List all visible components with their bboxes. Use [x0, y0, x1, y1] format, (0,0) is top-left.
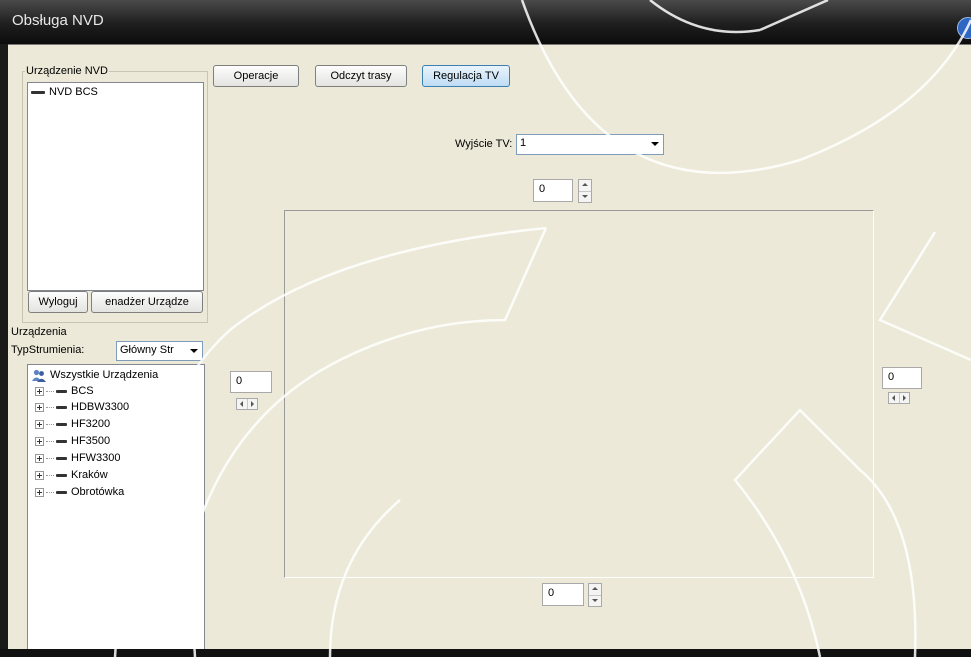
tree-item[interactable]: HDBW3300	[35, 400, 129, 415]
tree-item-label: BCS	[71, 385, 94, 397]
device-icon	[56, 456, 67, 460]
tree-item[interactable]: HF3500	[35, 434, 110, 449]
tree-item[interactable]: HFW3300	[35, 451, 121, 466]
stream-type-select[interactable]: Główny Str	[116, 341, 203, 361]
chevron-down-icon	[651, 142, 659, 146]
device-icon	[56, 405, 67, 409]
plus-expand-icon[interactable]	[35, 436, 44, 446]
tree-item-label: HFW3300	[71, 452, 121, 464]
plus-expand-icon[interactable]	[35, 453, 44, 463]
spinner-right-icon[interactable]	[247, 399, 257, 409]
tree-item[interactable]: Obrotówka	[35, 485, 124, 500]
device-icon	[56, 422, 67, 426]
device-icon	[56, 389, 67, 393]
window-title: Obsługa NVD	[12, 12, 104, 29]
chevron-down-icon	[190, 349, 198, 353]
tab-operations[interactable]: Operacje	[213, 65, 299, 87]
device-icon	[31, 90, 45, 94]
device-icon	[56, 473, 67, 477]
users-group-icon	[32, 369, 46, 382]
tree-item-label: HF3500	[71, 435, 111, 447]
nvd-device-list[interactable]: NVD BCS	[27, 82, 204, 291]
window-bottom-edge	[0, 649, 971, 657]
left-offset-input[interactable]: 0	[230, 371, 272, 393]
tab-route-read[interactable]: Odczyt trasy	[315, 65, 407, 87]
tree-root-label: Wszystkie Urządzenia	[50, 369, 159, 381]
tree-item-label: Obrotówka	[71, 486, 125, 498]
spinner-right-icon[interactable]	[899, 393, 909, 403]
tree-item-label: Kraków	[71, 469, 108, 481]
right-offset-input[interactable]: 0	[882, 367, 922, 389]
top-offset-spinner[interactable]	[578, 179, 592, 203]
plus-expand-icon[interactable]	[35, 402, 44, 412]
main-panel: Urządzenie NVD NVD BCS Wyloguj enadżer U…	[8, 44, 971, 650]
tab-tv-adjust[interactable]: Regulacja TV	[422, 65, 510, 87]
tv-output-label: Wyjście TV:	[454, 138, 514, 150]
devices-tree[interactable]: Wszystkie Urządzenia BCS HDBW3300 HF3200…	[27, 364, 205, 650]
top-offset-input[interactable]: 0	[533, 179, 573, 202]
tree-item[interactable]: BCS	[35, 384, 94, 399]
tree-item-label: HF3200	[71, 418, 111, 430]
plus-expand-icon[interactable]	[35, 386, 44, 396]
tree-item[interactable]: Kraków	[35, 468, 108, 483]
bottom-offset-input[interactable]: 0	[542, 583, 584, 606]
plus-expand-icon[interactable]	[35, 470, 44, 480]
stream-type-value: Główny Str	[120, 344, 174, 356]
nvd-device-group-label: Urządzenie NVD	[25, 65, 109, 77]
title-bar: Obsługa NVD	[0, 0, 971, 44]
tree-item-label: HDBW3300	[71, 401, 130, 413]
logout-button[interactable]: Wyloguj	[28, 291, 88, 313]
tree-item[interactable]: HF3200	[35, 417, 110, 432]
plus-expand-icon[interactable]	[35, 419, 44, 429]
stream-type-label: TypStrumienia:	[10, 344, 86, 356]
tv-output-select[interactable]: 1	[516, 134, 664, 155]
close-icon[interactable]	[957, 17, 971, 39]
device-manager-button[interactable]: enadżer Urządze	[91, 291, 203, 313]
plus-expand-icon[interactable]	[35, 487, 44, 497]
spinner-down-icon[interactable]	[589, 595, 601, 606]
device-icon	[56, 490, 67, 494]
list-item-nvd-bcs[interactable]: NVD BCS	[31, 85, 98, 100]
devices-group-label: Urządzenia	[10, 326, 68, 338]
right-offset-spinner[interactable]	[888, 392, 910, 404]
tree-root[interactable]: Wszystkie Urządzenia	[32, 368, 158, 383]
tv-output-value: 1	[520, 137, 527, 149]
spinner-down-icon[interactable]	[579, 191, 591, 202]
device-icon	[56, 439, 67, 443]
tv-preview-area	[284, 210, 874, 578]
bottom-offset-spinner[interactable]	[588, 583, 602, 607]
list-item-label: NVD BCS	[49, 86, 98, 98]
left-offset-spinner[interactable]	[236, 398, 258, 410]
